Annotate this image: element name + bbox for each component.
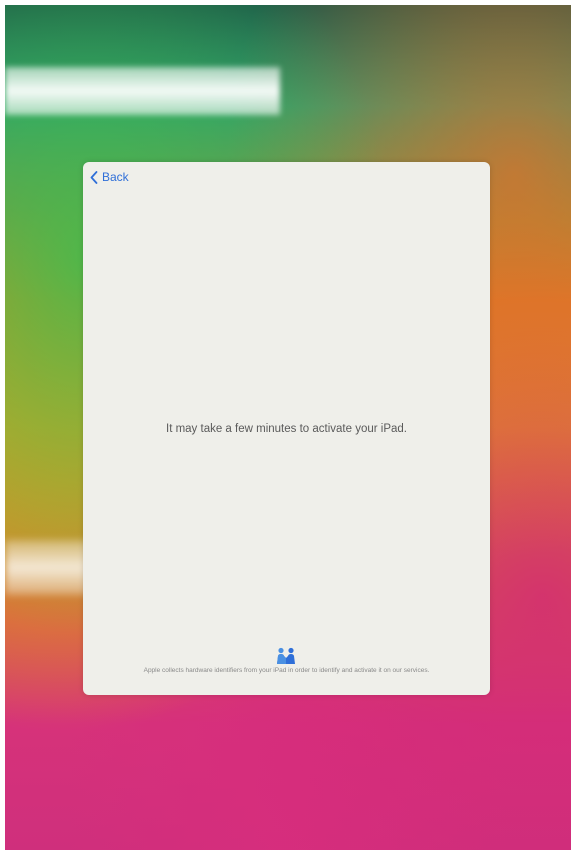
back-label: Back — [102, 170, 129, 184]
activation-sheet: Back It may take a few minutes to activa… — [83, 162, 490, 695]
wallpaper-background: Back It may take a few minutes to activa… — [5, 5, 571, 850]
back-button[interactable]: Back — [90, 170, 129, 184]
activation-message: It may take a few minutes to activate yo… — [166, 423, 407, 435]
screen-glare — [5, 67, 280, 115]
chevron-left-icon — [90, 170, 98, 184]
privacy-notice: Apple collects hardware identifiers from… — [143, 667, 430, 674]
